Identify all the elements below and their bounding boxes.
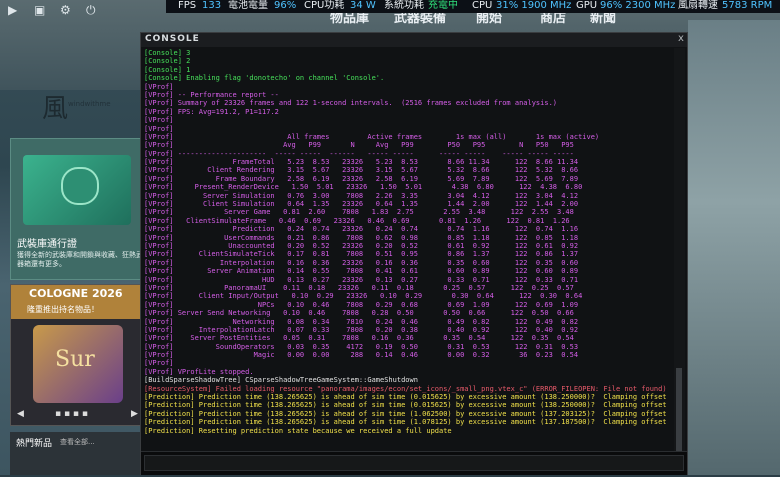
console-line: [BuildSparseShadowTree] CSparseShadowTre… [144,376,418,385]
armory-pass-card[interactable]: 武裝庫通行證 獲得全新的武裝庫和開鎖與收藏、狂熱武器箱還有更多。 [10,138,147,280]
console-line: [VProf] Avg P99 N Avg P99 P50 P95 N P50 … [144,141,574,150]
console-line: [VProf] [144,116,174,125]
hud-sys-power-value: 充電中 [428,0,458,11]
hud-battery-label: 電池電量 [228,0,268,11]
console-line: [VProf] --------------------- ----- ----… [144,149,574,158]
console-line: [VProf] VProfLite stopped. [144,367,254,376]
console-line: [VProf] Server Animation 0.14 0.55 7808 … [144,267,579,276]
console-command-input[interactable] [144,455,684,471]
console-line: [ResourceSystem] Failed loading resource… [144,384,667,393]
close-icon[interactable]: x [678,33,684,44]
new-items-view-all[interactable]: 查看全部... [60,437,95,447]
console-line: [VProf] FPS: Avg=191.2, P1=117.2 [144,107,279,116]
console-line: [VProf] InterpolationLatch 0.07 0.33 780… [144,325,579,334]
console-titlebar[interactable]: CONSOLE x [141,33,687,47]
console-line: [VProf] ClientSimulateTick 0.17 0.81 780… [144,250,579,259]
console-line: [VProf] Server Game 0.81 2.60 7808 1.83 … [144,208,574,217]
console-line: [Prediction] Resetting prediction state … [144,426,452,435]
hud-cpu-power-label: CPU功耗 [304,0,345,11]
carousel-dots[interactable]: ▪ ▪ ▪ ▪ [55,409,88,419]
cologne-promo-subtitle: 隆重推出持名物品！ [27,305,99,314]
console-line: [VProf] Client Rendering 3.15 5.67 23326… [144,166,579,175]
new-items-card[interactable]: 熱門新品 查看全部... [10,432,145,475]
console-window: CONSOLE x [Console] 3 [Console] 2 [Console… [140,32,688,475]
console-line: [VProf] UserCommands 0.21 0.86 7808 0.62… [144,233,579,242]
console-line: [VProf] Summary of 23326 frames and 122 … [144,99,558,108]
cologne-promo-art: Sur [33,325,123,403]
hud-cpu-label: CPU [472,0,493,11]
gear-icon[interactable]: ⚙ [60,3,71,17]
console-line: [Console] Enabling flag 'donotecho' on c… [144,74,385,83]
cologne-promo-card[interactable]: COLOGNE 2026 隆重推出持名物品！ Sur ◀ ▪ ▪ ▪ ▪ ▶ [10,284,147,426]
console-line: [VProf] Server PostEntities 0.05 0.31 78… [144,334,574,343]
console-line: [Console] 1 [144,65,191,74]
console-line: [VProf] [144,124,174,133]
carousel-prev-icon[interactable]: ◀ [17,409,24,419]
armory-pass-title: 武裝庫通行證 [17,239,77,250]
new-items-title: 熱門新品 [16,439,53,449]
console-line: [VProf] [144,359,174,368]
power-icon[interactable]: ⏻ [86,3,96,18]
console-line: [VProf] Server Send Networking 0.10 0.46… [144,309,574,318]
console-line: [VProf] Server Simulation 0.76 3.00 7808… [144,191,579,200]
watermark-logo: 風 windwithme [42,88,122,124]
console-line: [VProf] Client Simulation 0.64 1.35 2332… [144,200,579,209]
cologne-promo-header: COLOGNE 2026 隆重推出持名物品！ [11,285,146,319]
hud-fps-label: FPS [178,0,197,11]
console-line: [Prediction] Prediction time (138.265625… [144,418,667,427]
console-line: [VProf] HUD 0.13 0.27 23326 0.13 0.27 0.… [144,275,579,284]
console-line: [Prediction] Prediction time (138.265625… [144,401,667,410]
console-line: [VProf] ClientSimulateFrame 0.46 0.69 23… [144,216,570,225]
inventory-icon[interactable]: ▣ [34,3,45,17]
carousel-next-icon[interactable]: ▶ [131,409,138,419]
logo-glyph: 風 [42,94,69,124]
background-scene-right [688,20,780,475]
hud-fan-label: 風扇轉速 [678,0,718,11]
top-left-toolbar: ▶ ▣ ⚙ ⏻ [0,0,120,22]
console-log: [Console] 3 [Console] 2 [Console] 1 [Consol… [144,49,672,477]
console-line: [VProf] NPCs 0.10 0.46 7808 0.29 0.68 0.… [144,300,579,309]
performance-overlay: FPS 133 電池電量 96% CPU功耗 34 W 系統功耗 充電中 CPU… [166,0,780,13]
console-line: [VProf] Networking 0.08 0.34 7810 0.24 0… [144,317,579,326]
console-line: [VProf] Interpolation 0.16 0.36 23326 0.… [144,258,579,267]
console-line: [VProf] [144,82,174,91]
hud-cpu-value: 31% 1900 MHz [496,0,572,11]
hud-sys-power-label: 系統功耗 [384,0,424,11]
console-input-row [141,451,687,475]
console-line: [VProf] -- Performance report -- [144,90,279,99]
console-line: [VProf] Frame Boundary 2.58 6.19 23326 2… [144,174,579,183]
hud-fps-value: 133 [202,0,222,11]
console-line: [Prediction] Prediction time (138.265625… [144,393,667,402]
armory-pass-image [23,155,131,225]
play-icon[interactable]: ▶ [8,3,17,17]
console-line: [VProf] Prediction 0.24 0.74 23326 0.24 … [144,225,579,234]
console-line: [VProf] Unaccounted 0.20 0.52 23326 0.20… [144,241,579,250]
console-line: [VProf] All frames Active frames 1s max … [144,132,600,141]
hud-fan-value: 5783 RPM [722,0,773,11]
cologne-promo-title: COLOGNE 2026 [29,287,123,300]
hud-battery-value: 96% [274,0,297,11]
hud-cpu-power-value: 34 W [350,0,376,11]
console-line: [Prediction] Prediction time (138.265625… [144,409,667,418]
console-title: CONSOLE [145,34,200,44]
console-line: [VProf] Present_RenderDevice 1.50 5.01 2… [144,183,583,192]
console-line: [VProf] Client Input/Output 0.10 0.29 23… [144,292,583,301]
console-line: [VProf] Magic 0.00 0.00 288 0.14 0.46 0.… [144,351,579,360]
hud-gpu-value: 96% 2300 MHz [600,0,676,11]
hud-gpu-label: GPU [576,0,598,11]
console-line: [Console] 3 [144,49,191,57]
logo-text: windwithme [68,100,111,108]
console-line: [VProf] PanoramaUI 0.11 0.18 23326 0.11 … [144,283,574,292]
carousel-controls: ◀ ▪ ▪ ▪ ▪ ▶ [11,407,146,423]
cologne-promo-art-text: Sur [55,347,95,372]
console-line: [Console] 2 [144,57,191,66]
armory-pass-description: 獲得全新的武裝庫和開鎖與收藏、狂熱武器箱還有更多。 [17,251,143,268]
console-scrollbar[interactable] [674,48,685,473]
console-line: [VProf] FrameTotal 5.23 8.53 23326 5.23 … [144,158,579,167]
console-line: [VProf] SoundOperators 0.03 0.35 4172 0.… [144,342,579,351]
